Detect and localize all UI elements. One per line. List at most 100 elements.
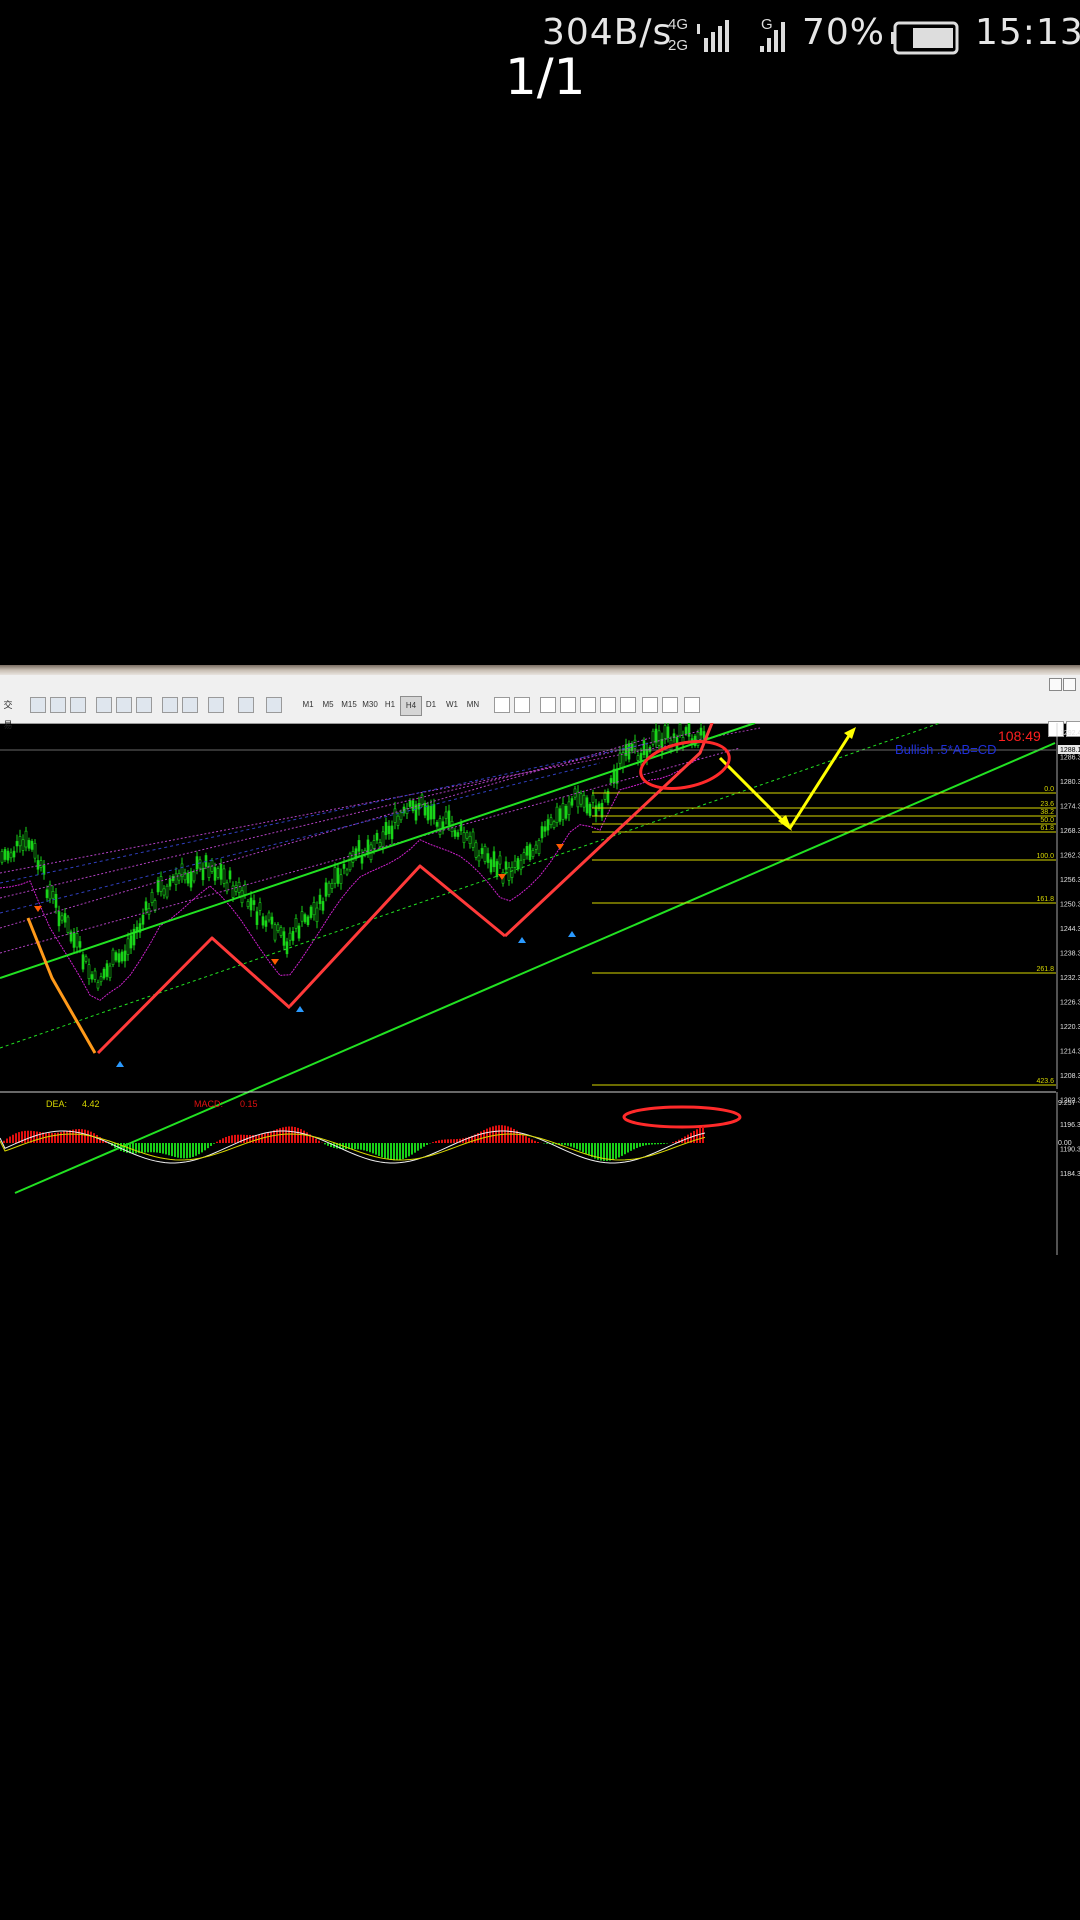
- fibonacci-icon[interactable]: [620, 697, 636, 713]
- candle-body: [27, 840, 31, 849]
- candle-body: [651, 730, 655, 745]
- tf-mn[interactable]: MN: [463, 696, 483, 714]
- minimize-button[interactable]: [1049, 678, 1062, 691]
- horizontal-line-icon[interactable]: [560, 697, 576, 713]
- macd-bar: [405, 1143, 407, 1158]
- candle-body: [54, 893, 58, 908]
- macd-bar: [354, 1143, 356, 1150]
- arrows-icon[interactable]: [684, 697, 700, 713]
- tf-m5[interactable]: M5: [318, 696, 338, 714]
- candle-body: [468, 836, 472, 844]
- zoom-in-icon[interactable]: [96, 697, 112, 713]
- candle-body: [432, 804, 436, 820]
- tf-m15[interactable]: M15: [339, 696, 359, 714]
- price-tick: 1184.3: [1060, 1171, 1080, 1178]
- bar-countdown: 108:49: [998, 728, 1041, 744]
- macd-bar: [612, 1143, 614, 1160]
- price-tick: 1238.3: [1060, 951, 1080, 958]
- candle-body: [582, 794, 586, 808]
- tf-m30[interactable]: M30: [360, 696, 380, 714]
- text-label-icon[interactable]: [662, 697, 678, 713]
- autoscroll-icon[interactable]: [162, 697, 178, 713]
- candle-body: [111, 949, 115, 965]
- candle-body: [345, 869, 349, 875]
- candle-body: [423, 802, 427, 816]
- channel-icon[interactable]: [600, 697, 616, 713]
- crosshair-icon[interactable]: [514, 697, 530, 713]
- macd-bar: [90, 1131, 92, 1143]
- tf-h4[interactable]: H4: [400, 696, 422, 716]
- macd-bar: [141, 1143, 143, 1153]
- macd-bar: [291, 1126, 293, 1143]
- macd-bar: [366, 1143, 368, 1152]
- macd-bar: [387, 1143, 389, 1160]
- chart-shift-icon[interactable]: [182, 697, 198, 713]
- indicators-icon[interactable]: [208, 697, 224, 713]
- candle-body: [3, 849, 7, 860]
- macd-bar: [63, 1131, 65, 1143]
- tf-w1[interactable]: W1: [442, 696, 462, 714]
- macd-bar: [186, 1143, 188, 1159]
- cursor-icon[interactable]: [494, 697, 510, 713]
- macd-bar: [576, 1143, 578, 1150]
- candle-chart-icon[interactable]: [50, 697, 66, 713]
- price-chart[interactable]: 0.0 23.6 38.2 50.0 61.8 100.0 161.8 261.8 423.6 …: [0, 689, 1080, 1255]
- candle-body: [384, 822, 388, 836]
- candle-body: [165, 885, 169, 898]
- candle-body: [513, 860, 517, 868]
- text-icon[interactable]: [642, 697, 658, 713]
- candle-body: [555, 806, 559, 823]
- candle-body: [327, 882, 331, 896]
- clock: 15:13: [975, 12, 1080, 53]
- macd-bar: [210, 1143, 212, 1146]
- candle-body: [39, 860, 43, 868]
- zoom-out-icon[interactable]: [116, 697, 132, 713]
- candle-body: [93, 970, 97, 980]
- macd-bar: [378, 1143, 380, 1156]
- macd-bar: [369, 1143, 371, 1153]
- macd-bar: [447, 1139, 449, 1143]
- line-chart-icon[interactable]: [70, 697, 86, 713]
- red-zigzag-arrow-1: [96, 936, 292, 1055]
- macd-bar: [579, 1143, 581, 1151]
- bar-chart-icon[interactable]: [30, 697, 46, 713]
- chart-canvas: 0.023.638.250.061.8100.0161.8261.8423.6 …: [0, 689, 1080, 1255]
- candle-body: [495, 861, 499, 877]
- candle-body: [642, 740, 646, 756]
- candle-body: [537, 840, 541, 854]
- templates-icon[interactable]: [266, 697, 282, 713]
- macd-bar: [423, 1143, 425, 1147]
- trendline-icon[interactable]: [580, 697, 596, 713]
- trade-menu-label[interactable]: 交易: [0, 695, 16, 730]
- pattern-label: Bullish .5*AB=CD: [895, 742, 997, 757]
- image-viewer[interactable]: 交易 M1 M5 M15 M30 H1 H4 D1 W1 MN 0.0 23.6…: [0, 665, 1080, 1255]
- candle-body: [654, 728, 658, 743]
- price-tick: 1268.3: [1060, 828, 1080, 835]
- candle-body: [516, 858, 520, 870]
- price-tick: 1226.3: [1060, 1000, 1080, 1007]
- macd-bar: [219, 1139, 221, 1143]
- tf-h1[interactable]: H1: [380, 696, 400, 714]
- candle-body: [24, 830, 28, 848]
- macd-bar: [54, 1132, 56, 1143]
- macd-bar: [483, 1130, 485, 1143]
- macd-scale-mid: 0.00: [1058, 1140, 1072, 1147]
- tile-windows-icon[interactable]: [136, 697, 152, 713]
- macd-bar: [153, 1143, 155, 1153]
- candle-body: [117, 953, 121, 963]
- vertical-line-icon[interactable]: [540, 697, 556, 713]
- periods-icon[interactable]: [238, 697, 254, 713]
- macd-bar: [492, 1126, 494, 1143]
- tf-m1[interactable]: M1: [298, 696, 318, 714]
- fractal-arrow: [518, 937, 526, 943]
- candle-body: [300, 911, 304, 922]
- candle-body: [657, 730, 661, 746]
- signal-bars-icon: [697, 20, 729, 52]
- macd-bar: [525, 1136, 527, 1143]
- restore-button[interactable]: [1063, 678, 1076, 691]
- candle-body: [387, 825, 391, 835]
- tf-d1[interactable]: D1: [421, 696, 441, 714]
- macd-bar: [627, 1143, 629, 1153]
- macd-bar: [441, 1139, 443, 1143]
- macd-dea-value: 4.42: [82, 1099, 100, 1109]
